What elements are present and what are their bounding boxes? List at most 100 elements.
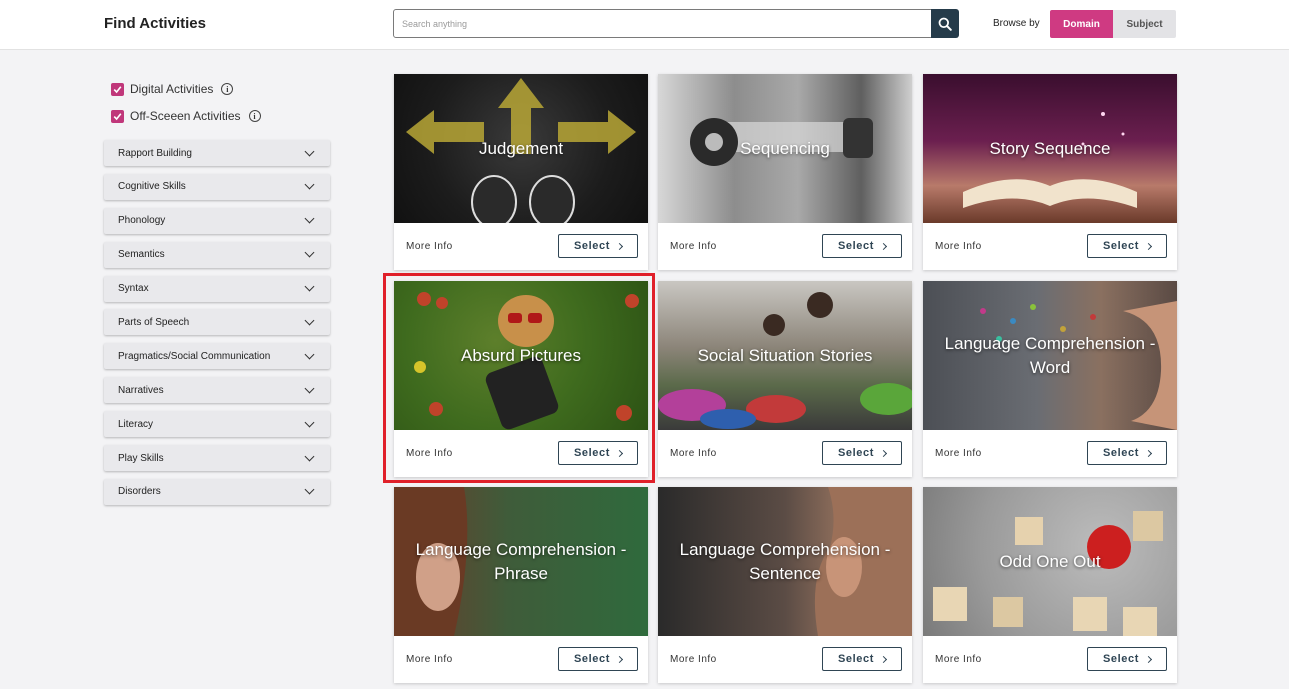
select-label: Select: [837, 447, 874, 459]
select-label: Select: [573, 240, 610, 252]
domain-item-narratives[interactable]: Narratives: [104, 377, 330, 404]
chevron-down-icon: [304, 281, 315, 292]
card-title: Language Comprehension - Word: [944, 333, 1156, 377]
chevron-right-icon: [879, 655, 888, 663]
chevron-down-icon: [304, 451, 315, 461]
select-button[interactable]: Select: [822, 441, 902, 465]
card-image[interactable]: Sequencing: [658, 74, 912, 223]
search-input[interactable]: [393, 9, 932, 38]
activity-card-language-comprehension-sentence: Language Comprehension - Sentence More I…: [658, 487, 912, 683]
domain-item-label: Narratives: [118, 384, 164, 396]
card-image[interactable]: Language Comprehension - Phrase: [394, 487, 648, 636]
more-info-link[interactable]: More Info: [935, 241, 982, 252]
select-button[interactable]: Select: [1087, 441, 1167, 465]
more-info-link[interactable]: More Info: [670, 654, 717, 665]
domain-item-label: Rapport Building: [118, 147, 192, 159]
domain-item-label: Phonology: [118, 215, 166, 227]
card-image[interactable]: Social Situation Stories: [658, 281, 912, 430]
more-info-link[interactable]: More Info: [670, 448, 717, 459]
chevron-right-icon: [1144, 242, 1153, 250]
domain-item-label: Semantics: [118, 249, 165, 261]
select-button[interactable]: Select: [1087, 647, 1167, 671]
more-info-link[interactable]: More Info: [406, 654, 453, 665]
chevron-right-icon: [1144, 655, 1153, 663]
chevron-right-icon: [615, 449, 624, 457]
card-title: Language Comprehension - Sentence: [679, 539, 891, 583]
browse-subject-button[interactable]: Subject: [1113, 10, 1176, 38]
chevron-down-icon: [304, 247, 315, 258]
domain-item-pragmatics[interactable]: Pragmatics/Social Communication: [104, 343, 330, 370]
domain-item-literacy[interactable]: Literacy: [104, 411, 330, 438]
info-icon[interactable]: i: [221, 83, 234, 95]
chevron-down-icon: [304, 484, 315, 495]
top-bar: Find Activities Browse by Domain Subject: [0, 0, 1289, 50]
chevron-down-icon: [304, 383, 315, 394]
activity-card-story-sequence: Story Sequence More Info Select: [923, 74, 1177, 270]
search-icon: [938, 17, 952, 31]
search-button[interactable]: [931, 9, 959, 38]
filter-off-screen-activities[interactable]: Off-Sceeen Activities i: [111, 109, 261, 123]
chevron-down-icon: [304, 417, 315, 428]
digital-activities-label: Digital Activities: [130, 82, 214, 96]
info-icon[interactable]: i: [248, 110, 261, 122]
check-icon: [113, 112, 122, 120]
off-screen-activities-checkbox[interactable]: [111, 109, 124, 123]
browse-domain-button[interactable]: Domain: [1050, 10, 1113, 38]
card-title: Odd One Out: [999, 551, 1101, 571]
chevron-down-icon: [304, 179, 315, 190]
card-title: Story Sequence: [989, 138, 1111, 158]
domain-item-syntax[interactable]: Syntax: [104, 275, 330, 302]
domain-item-label: Disorders: [118, 486, 161, 498]
more-info-link[interactable]: More Info: [935, 448, 982, 459]
card-title: Judgement: [478, 138, 564, 158]
filter-digital-activities[interactable]: Digital Activities i: [111, 82, 234, 96]
select-button[interactable]: Select: [558, 234, 638, 258]
off-screen-activities-label: Off-Sceeen Activities: [130, 109, 241, 123]
domain-item-parts-of-speech[interactable]: Parts of Speech: [104, 309, 330, 336]
chevron-down-icon: [304, 349, 315, 360]
more-info-link[interactable]: More Info: [406, 448, 453, 459]
domain-item-label: Play Skills: [118, 452, 164, 464]
select-label: Select: [837, 653, 874, 665]
browse-by-label: Browse by: [993, 18, 1040, 29]
more-info-link[interactable]: More Info: [670, 241, 717, 252]
more-info-link[interactable]: More Info: [406, 241, 453, 252]
check-icon: [113, 85, 122, 93]
activity-card-sequencing: Sequencing More Info Select: [658, 74, 912, 270]
card-image[interactable]: Story Sequence: [923, 74, 1177, 223]
page-title: Find Activities: [104, 15, 206, 32]
chevron-right-icon: [615, 242, 624, 250]
card-image[interactable]: Judgement: [394, 74, 648, 223]
select-button[interactable]: Select: [822, 647, 902, 671]
card-image[interactable]: Absurd Pictures: [394, 281, 648, 430]
card-image[interactable]: Language Comprehension - Word: [923, 281, 1177, 430]
select-button[interactable]: Select: [822, 234, 902, 258]
card-title: Language Comprehension - Phrase: [415, 539, 627, 583]
chevron-right-icon: [879, 242, 888, 250]
select-button[interactable]: Select: [558, 441, 638, 465]
domain-item-disorders[interactable]: Disorders: [104, 478, 330, 505]
domain-item-semantics[interactable]: Semantics: [104, 241, 330, 268]
domain-item-phonology[interactable]: Phonology: [104, 207, 330, 234]
card-title: Sequencing: [740, 138, 830, 158]
select-label: Select: [837, 240, 874, 252]
activity-card-odd-one-out: Odd One Out More Info Select: [923, 487, 1177, 683]
domain-item-cognitive-skills[interactable]: Cognitive Skills: [104, 173, 330, 200]
chevron-down-icon: [304, 146, 315, 156]
domain-item-label: Syntax: [118, 283, 149, 295]
card-image[interactable]: Odd One Out: [923, 487, 1177, 636]
domain-item-play-skills[interactable]: Play Skills: [104, 445, 330, 472]
chevron-right-icon: [879, 449, 888, 457]
card-image[interactable]: Language Comprehension - Sentence: [658, 487, 912, 636]
domain-item-label: Cognitive Skills: [118, 181, 186, 193]
domain-filter-list: Rapport Building Cognitive Skills Phonol…: [104, 140, 330, 513]
digital-activities-checkbox[interactable]: [111, 82, 124, 96]
chevron-down-icon: [304, 213, 315, 224]
domain-item-rapport-building[interactable]: Rapport Building: [104, 140, 330, 166]
chevron-right-icon: [615, 655, 624, 663]
more-info-link[interactable]: More Info: [935, 654, 982, 665]
select-label: Select: [1102, 240, 1139, 252]
select-button[interactable]: Select: [1087, 234, 1167, 258]
activity-card-social-situation-stories: Social Situation Stories More Info Selec…: [658, 281, 912, 477]
select-button[interactable]: Select: [558, 647, 638, 671]
